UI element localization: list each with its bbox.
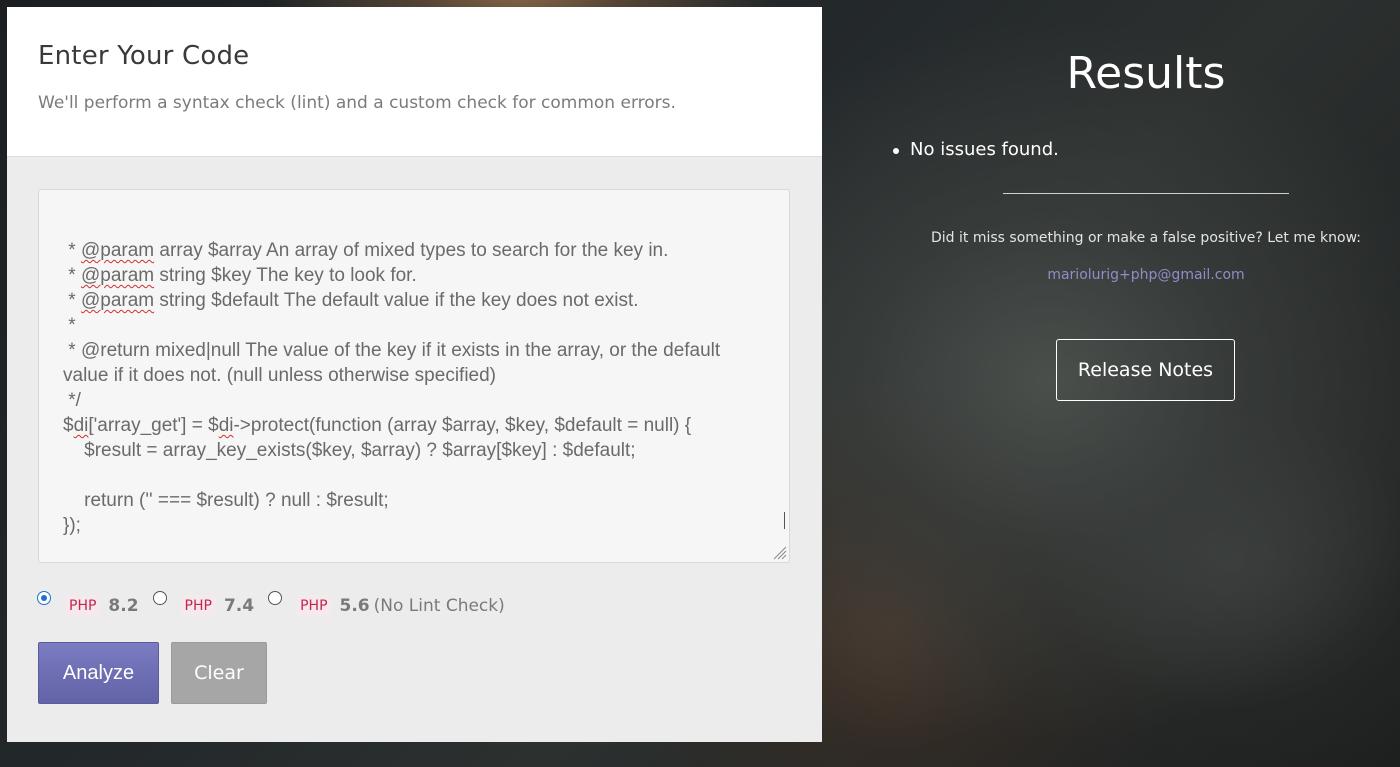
code-text: $result = array_key_exists($key, $array)…: [63, 440, 636, 461]
php-version-note: (No Lint Check): [373, 596, 505, 616]
spellcheck-error-word: di: [73, 415, 89, 436]
code-text: */: [63, 390, 81, 411]
results-list: No issues found.: [890, 139, 1059, 160]
panel-header: Enter Your Code We'll perform a syntax c…: [7, 7, 822, 157]
spellcheck-error-word: di: [218, 415, 234, 436]
code-line: return ('' === $result) ? null : $result…: [63, 488, 765, 513]
spellcheck-error-word: @param: [80, 290, 155, 311]
code-panel: Enter Your Code We'll perform a syntax c…: [7, 7, 822, 742]
page-title: Enter Your Code: [38, 41, 250, 71]
code-line: *: [63, 313, 765, 338]
php-82-radio[interactable]: [37, 591, 51, 605]
code-line: * @param array $array An array of mixed …: [63, 238, 765, 263]
result-item: No issues found.: [890, 139, 1059, 160]
analyze-button[interactable]: Analyze: [38, 642, 159, 704]
php-tag: PHP: [296, 595, 332, 617]
php-version-number: 8.2: [108, 596, 139, 616]
release-notes-button[interactable]: Release Notes: [1056, 339, 1235, 401]
code-textarea[interactable]: * @param array $array An array of mixed …: [38, 189, 790, 563]
code-text: string $default The default value if the…: [154, 290, 639, 311]
page-subtitle: We'll perform a syntax check (lint) and …: [38, 93, 676, 113]
code-text: * @return mixed|null The value of the ke…: [63, 340, 726, 386]
code-text: $: [63, 415, 74, 436]
resize-handle-icon[interactable]: [771, 544, 787, 560]
code-line: $di['array_get'] = $di->protect(function…: [63, 413, 765, 438]
contact-email-link[interactable]: mariolurig+php@gmail.com: [1000, 267, 1292, 283]
php-56-radio[interactable]: [268, 591, 283, 605]
php-version-number: 7.4: [223, 596, 255, 616]
spellcheck-error-word: @param: [80, 265, 155, 286]
php-74-radio[interactable]: [152, 591, 167, 605]
feedback-text: Did it miss something or make a false po…: [931, 230, 1361, 246]
code-text: string $key The key to look for.: [154, 265, 417, 286]
code-text: ->protect(function (array $array, $key, …: [233, 415, 692, 436]
code-text: *: [63, 290, 81, 311]
code-line: });: [63, 513, 765, 538]
php-version-selector: PHP 8.2 PHP 7.4 PHP 5.6 (No Lint Check): [37, 589, 505, 619]
code-text: *: [63, 265, 81, 286]
results-title: Results: [1066, 48, 1226, 99]
code-text: return ('' === $result) ? null : $result…: [63, 490, 389, 511]
code-text: *: [63, 315, 76, 336]
code-text: array $array An array of mixed types to …: [154, 240, 669, 261]
code-line: * @param string $key The key to look for…: [63, 263, 765, 288]
code-text: ['array_get'] = $: [88, 415, 219, 436]
spellcheck-error-word: @param: [80, 240, 155, 261]
code-line: * @return mixed|null The value of the ke…: [63, 338, 765, 388]
code-content: * @param array $array An array of mixed …: [63, 238, 765, 562]
code-line: $result = array_key_exists($key, $array)…: [63, 438, 765, 463]
code-text: });: [63, 515, 81, 536]
code-line: */: [63, 388, 765, 413]
php-tag: PHP: [65, 595, 101, 617]
clear-button[interactable]: Clear: [171, 642, 267, 704]
code-text: *: [63, 240, 81, 261]
php-tag: PHP: [180, 595, 216, 617]
text-caret: [784, 512, 785, 529]
results-divider: [1003, 193, 1289, 194]
php-version-number: 5.6: [339, 596, 370, 616]
code-line: * @param string $default The default val…: [63, 288, 765, 313]
